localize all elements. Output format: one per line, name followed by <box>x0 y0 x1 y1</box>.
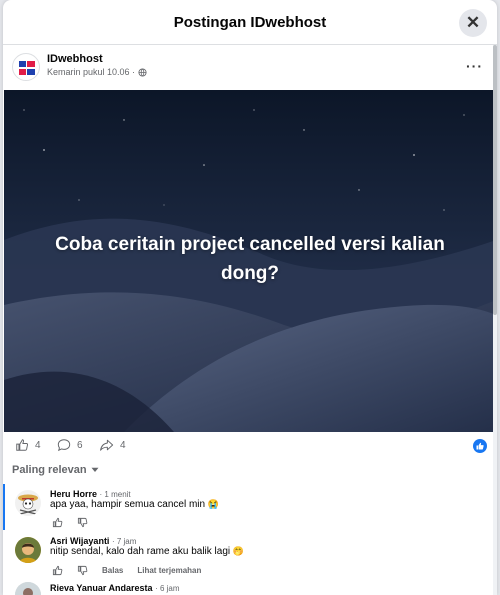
thumbs-down-icon <box>77 517 88 528</box>
comment-author-name[interactable]: Asri Wijayanti <box>50 536 109 546</box>
post-modal: Postingan IDwebhost ✕ IDwebhost Kemarin … <box>3 0 497 595</box>
comment-author-name[interactable]: Heru Horre <box>50 489 97 499</box>
share-stat[interactable]: 4 <box>99 438 126 452</box>
globe-icon <box>138 67 147 77</box>
caret-down-icon <box>91 467 99 472</box>
user-avatar-icon <box>15 537 41 563</box>
avatar[interactable] <box>15 537 41 563</box>
comment-time[interactable]: · 6 jam <box>155 584 179 593</box>
comment-author[interactable]: Asri Wijayanti · 7 jam <box>50 536 136 546</box>
avatar[interactable] <box>15 490 41 516</box>
see-translation-link[interactable]: Lihat terjemahan <box>137 566 201 575</box>
like-count: 4 <box>35 439 41 451</box>
skull-pirate-avatar-icon <box>18 494 38 515</box>
comment-sort-dropdown[interactable]: Paling relevan <box>12 464 99 476</box>
post-image-caption: Coba ceritain project cancelled versi ka… <box>55 234 445 284</box>
comment-text: nitip sendal, kalo dah rame aku balik la… <box>50 546 244 557</box>
comment-dislike-button[interactable] <box>77 565 88 576</box>
idwebhost-logo-icon <box>19 61 35 75</box>
new-comment-highlight <box>3 484 5 530</box>
share-icon <box>100 439 114 451</box>
user-avatar-icon <box>15 582 41 595</box>
comment-text: apa yaa, hampir semua cancel min 😭 <box>50 499 219 510</box>
comment-author[interactable]: Heru Horre · 1 menit <box>50 489 131 499</box>
comment-author[interactable]: Rieva Yanuar Andaresta · 6 jam <box>50 583 180 593</box>
post-stats: 4 6 4 <box>3 434 497 458</box>
scrollbar-thumb[interactable] <box>493 45 497 315</box>
post-image[interactable]: Coba ceritain project cancelled versi ka… <box>4 90 496 432</box>
avatar[interactable] <box>15 582 41 595</box>
comment-like-button[interactable] <box>52 517 63 528</box>
post-header: IDwebhost Kemarin pukul 10.06 · ··· <box>3 45 497 89</box>
close-icon: ✕ <box>465 13 481 32</box>
comment-author-name[interactable]: Rieva Yanuar Andaresta <box>50 583 153 593</box>
post-timestamp: Kemarin pukul 10.06 · <box>47 67 147 77</box>
comment-time[interactable]: · 1 menit <box>100 490 131 499</box>
comment-icon <box>57 439 71 452</box>
comment-body: apa yaa, hampir semua cancel min <box>50 499 206 510</box>
comment-time[interactable]: · 7 jam <box>112 537 136 546</box>
comment-actions <box>52 517 88 528</box>
sort-label: Paling relevan <box>12 464 87 476</box>
modal-header: Postingan IDwebhost ✕ <box>3 0 497 45</box>
crying-emoji-icon: 😭 <box>207 499 220 509</box>
comment-count: 6 <box>77 439 83 451</box>
more-options-button[interactable]: ··· <box>466 58 483 74</box>
modal-title: Postingan IDwebhost <box>173 13 327 31</box>
thumbs-up-icon <box>52 565 63 576</box>
thumbs-up-icon <box>16 439 29 451</box>
post-time-text[interactable]: Kemarin pukul 10.06 · <box>47 67 135 77</box>
comment-body: nitip sendal, kalo dah rame aku balik la… <box>50 546 231 557</box>
page-name[interactable]: IDwebhost <box>47 53 103 65</box>
thumbs-up-icon <box>52 517 63 528</box>
share-count: 4 <box>120 439 126 451</box>
like-reaction-icon[interactable] <box>473 439 487 453</box>
comment-actions: Balas Lihat terjemahan <box>52 565 201 576</box>
like-stat[interactable]: 4 <box>15 438 41 452</box>
comment-stat[interactable]: 6 <box>57 438 83 452</box>
hand-over-mouth-emoji-icon: 🤭 <box>232 546 245 556</box>
close-button[interactable]: ✕ <box>459 9 487 37</box>
comment-dislike-button[interactable] <box>77 517 88 528</box>
reply-button[interactable]: Balas <box>102 566 123 575</box>
thumbs-up-icon <box>476 442 484 450</box>
page-avatar[interactable] <box>12 53 40 81</box>
comment-like-button[interactable] <box>52 565 63 576</box>
thumbs-down-icon <box>77 565 88 576</box>
